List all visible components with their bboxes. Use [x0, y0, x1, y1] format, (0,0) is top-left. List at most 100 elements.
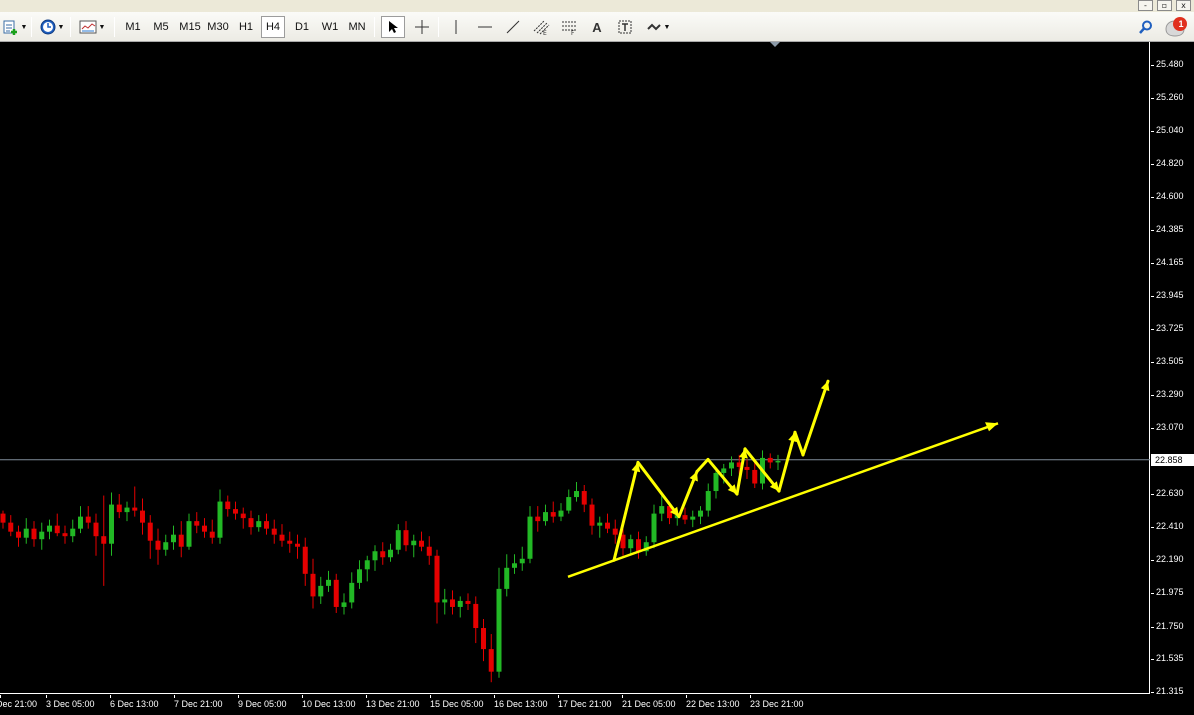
candle-body [62, 533, 68, 537]
candle-body [729, 462, 734, 469]
history-button[interactable]: ▼ [36, 16, 68, 38]
price-label: 21.750 [1156, 620, 1184, 631]
close-button[interactable]: x [1176, 0, 1191, 11]
svg-text:F: F [571, 30, 575, 35]
price-tick [1151, 692, 1154, 693]
candle-body [589, 504, 595, 526]
price-label: 24.385 [1156, 223, 1184, 234]
candle-body [333, 579, 339, 607]
projection-arrow [695, 457, 710, 473]
candle-body [535, 516, 541, 522]
candle-body [225, 501, 231, 510]
candle-body [326, 579, 331, 586]
candle-body [659, 506, 665, 514]
horizontal-line-tool[interactable] [473, 16, 497, 38]
timeframe-mn[interactable]: MN [344, 16, 370, 38]
timeframe-d1[interactable]: D1 [289, 16, 315, 38]
projection-arrow [793, 430, 805, 457]
time-tick [302, 695, 303, 698]
candle-body [543, 512, 548, 522]
price-label: 24.820 [1156, 158, 1184, 169]
price-label: 23.945 [1156, 290, 1184, 301]
fibonacci-retracement-tool[interactable]: F [557, 16, 581, 38]
notifications-button[interactable]: 1 [1162, 16, 1190, 38]
candle-body [612, 528, 618, 535]
chart-window[interactable]: 25.480 25.260 25.040 24.820 24.600 24.385 24.1… [0, 42, 1194, 715]
price-tick [1151, 394, 1154, 396]
trading-terminal: - ▫ x ▼ ▼ ▼ M1 M5 M15 M30 H1 H4 D1 W1 MN… [0, 0, 1194, 715]
candle-body [217, 501, 223, 538]
minimize-button[interactable]: - [1138, 0, 1153, 11]
candle-body [116, 504, 122, 513]
candle-body [705, 491, 711, 511]
price-label: 25.260 [1156, 92, 1184, 103]
toolbar-separator [31, 17, 32, 37]
timeframe-m30[interactable]: M30 [204, 16, 232, 38]
timeframe-m1[interactable]: M1 [120, 16, 146, 38]
search-icon [1139, 20, 1152, 34]
candle-body [295, 543, 300, 547]
timeframe-m5[interactable]: M5 [148, 16, 174, 38]
toolbar-separator [114, 17, 115, 37]
price-chart[interactable] [0, 42, 1150, 694]
price-tick [1151, 560, 1154, 562]
timeframe-m15[interactable]: M15 [176, 16, 204, 38]
candle-body [233, 509, 238, 514]
candle-body [16, 531, 21, 538]
time-tick [366, 695, 367, 698]
candle-body [364, 560, 370, 570]
price-tick [1151, 494, 1154, 496]
time-tick [494, 695, 495, 698]
candle-body [248, 518, 254, 528]
fibonacci-channel-tool[interactable]: E [529, 16, 553, 38]
candle-body [713, 472, 719, 492]
crosshair-tool[interactable] [410, 16, 434, 38]
candle-body [512, 563, 517, 568]
timeframe-w1[interactable]: W1 [317, 16, 343, 38]
price-tick [1151, 65, 1154, 66]
candle-body [0, 513, 6, 523]
candle-body [163, 542, 169, 550]
candle-body [682, 515, 688, 520]
time-label: 9 Dec 05:00 [238, 699, 287, 709]
candle-body [47, 525, 52, 532]
price-label: 21.535 [1156, 652, 1184, 663]
time-tick [238, 695, 239, 698]
candle-body [202, 525, 207, 532]
trendline-tool[interactable] [501, 16, 525, 38]
notification-count-badge: 1 [1178, 19, 1184, 29]
price-label: 25.480 [1156, 59, 1184, 69]
price-tick [1151, 626, 1154, 628]
price-tick [1151, 296, 1154, 298]
text-tool[interactable]: A [585, 16, 609, 38]
arrows-tool[interactable]: ▼ [641, 16, 675, 38]
chart-plot-area[interactable] [0, 42, 1150, 694]
timeframe-h4[interactable]: H4 [261, 16, 285, 38]
vertical-line-tool[interactable] [444, 16, 468, 38]
candle-body [442, 599, 448, 603]
price-label: 23.070 [1156, 421, 1184, 432]
time-tick [110, 695, 111, 698]
text-label-tool[interactable] [613, 16, 637, 38]
time-label: 13 Dec 21:00 [366, 699, 420, 709]
cursor-tool[interactable] [381, 16, 405, 38]
candle-body [496, 588, 502, 672]
timeframe-h1[interactable]: H1 [233, 16, 259, 38]
charts-toolbar: ▼ ▼ ▼ M1 M5 M15 M30 H1 H4 D1 W1 MN E F A… [0, 12, 1194, 42]
chart-shift-marker[interactable] [770, 42, 780, 47]
cursor-icon [389, 21, 398, 33]
time-tick [46, 695, 47, 698]
window-control-strip: - ▫ x [0, 0, 1194, 12]
chevron-down-icon: ▼ [20, 23, 28, 31]
search-button[interactable] [1135, 16, 1157, 38]
candle-body [450, 599, 455, 607]
new-chart-button[interactable]: ▼ [2, 16, 28, 38]
candle-body [605, 522, 610, 529]
restore-button[interactable]: ▫ [1157, 0, 1172, 11]
crosshair-icon [415, 20, 429, 34]
candle-body [93, 522, 99, 537]
svg-text:E: E [543, 30, 547, 35]
candle-body [566, 497, 572, 511]
chart-template-button[interactable]: ▼ [75, 16, 109, 38]
price-tick [1151, 98, 1154, 100]
